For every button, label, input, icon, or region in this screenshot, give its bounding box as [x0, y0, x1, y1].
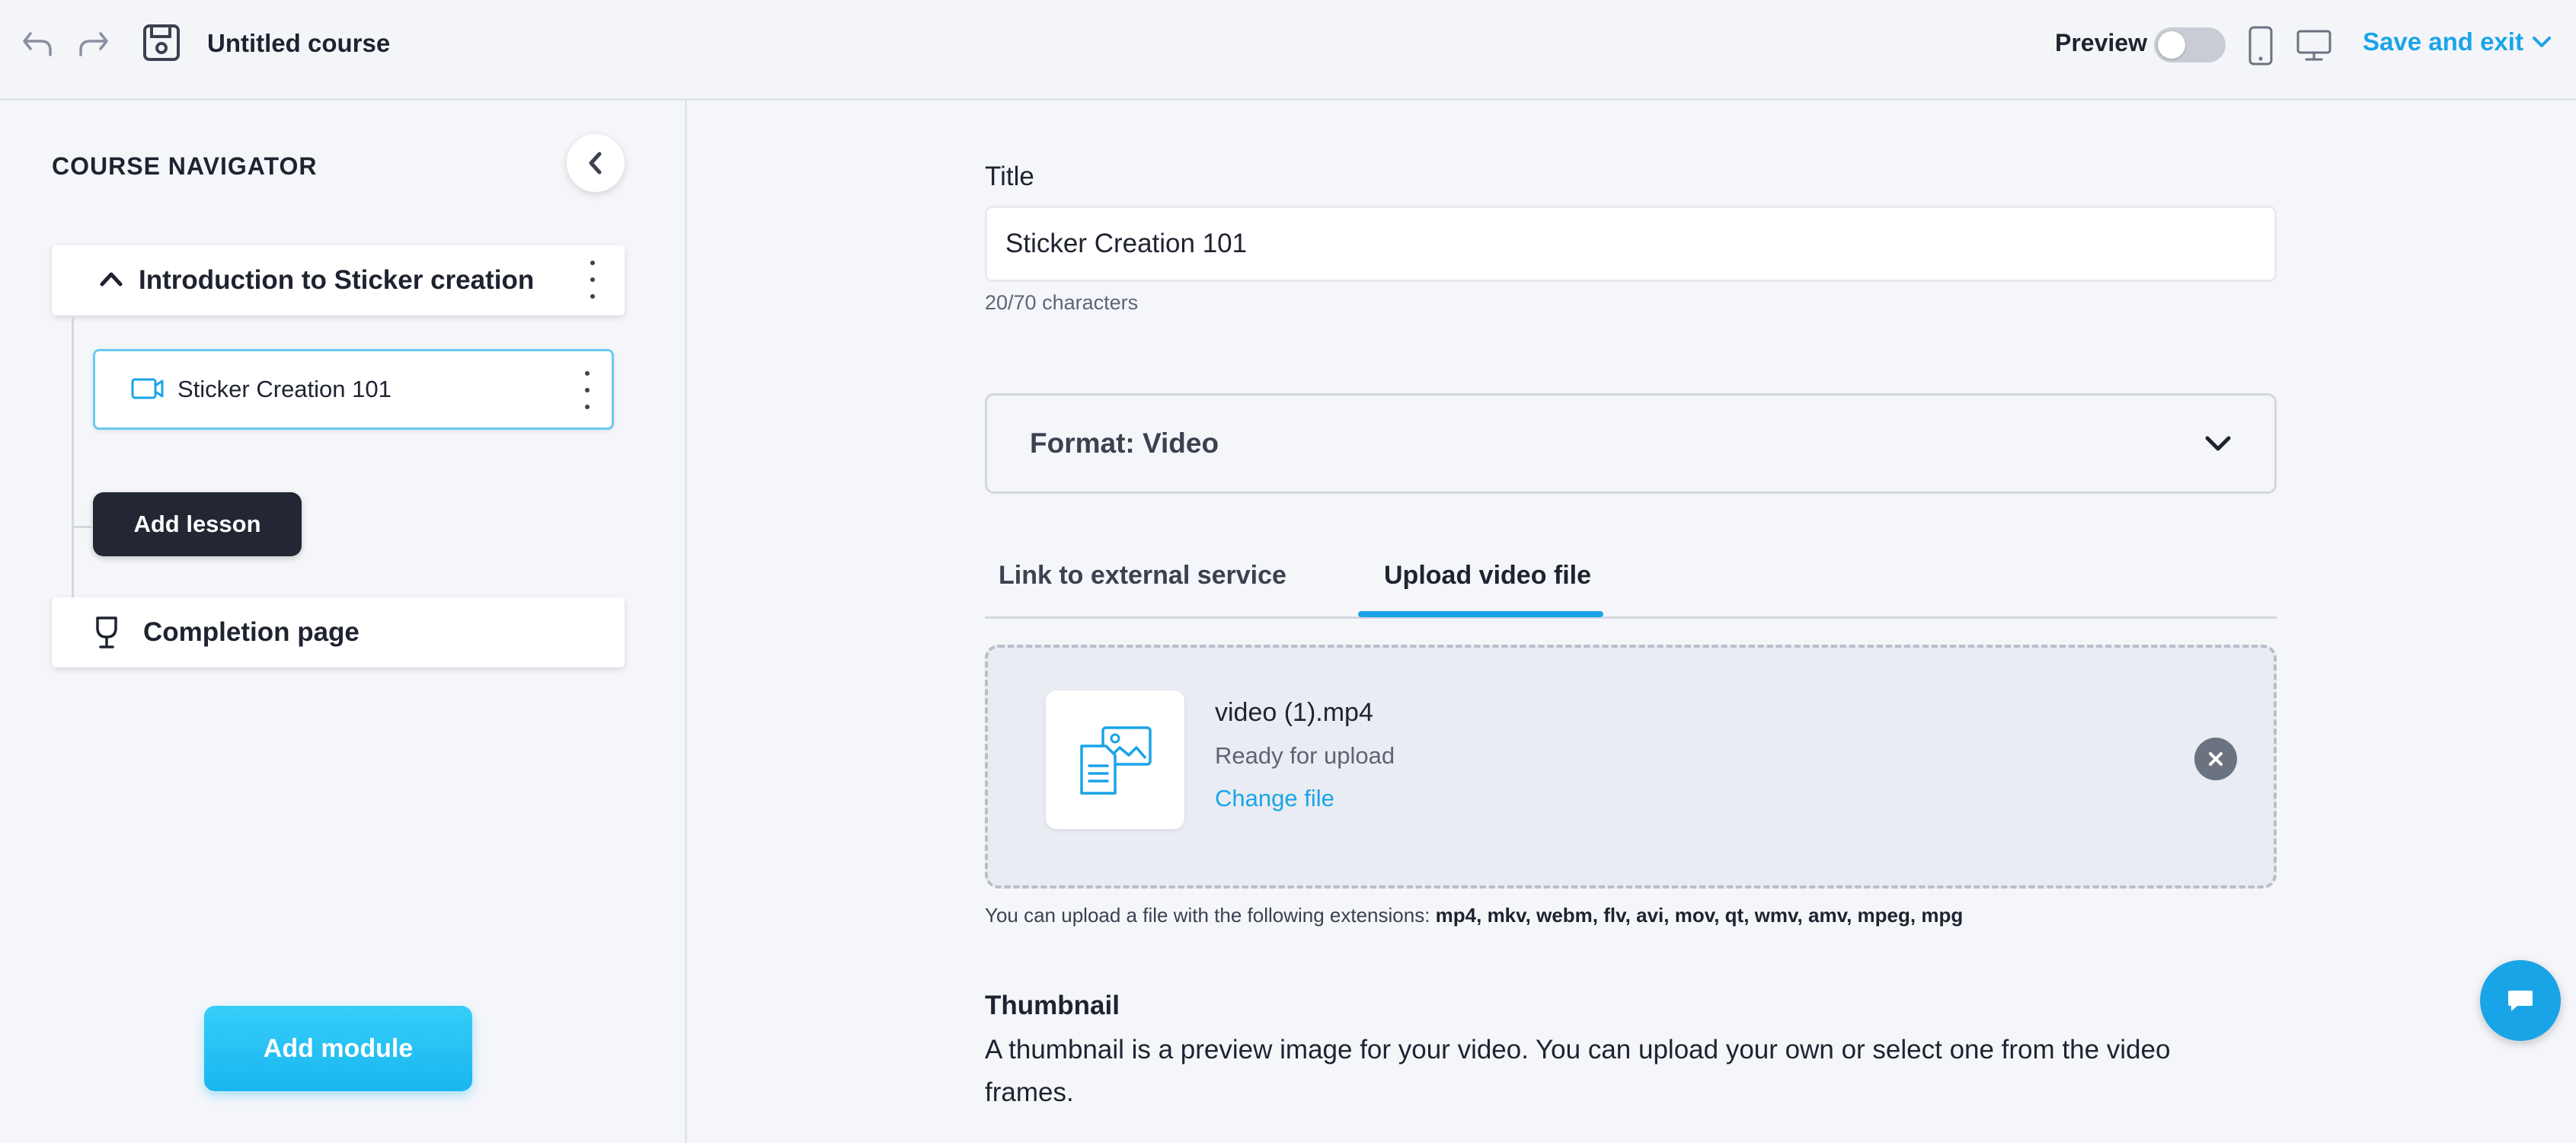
course-navigator-title: COURSE NAVIGATOR	[52, 152, 317, 181]
format-select[interactable]: Format: Video	[985, 393, 2277, 494]
remove-file-button[interactable]	[2194, 738, 2237, 780]
add-module-button[interactable]: Add module	[204, 1006, 472, 1091]
collapse-sidebar-button[interactable]	[567, 134, 625, 192]
add-lesson-button[interactable]: Add lesson	[93, 492, 302, 556]
file-thumbnail	[1046, 690, 1184, 829]
undo-icon[interactable]	[17, 23, 59, 66]
active-tab-indicator	[1358, 611, 1603, 617]
chevron-left-icon	[584, 150, 607, 176]
completion-page-label: Completion page	[143, 617, 360, 648]
course-title: Untitled course	[207, 29, 390, 58]
ext-note-prefix: You can upload a file with the following…	[985, 904, 1436, 927]
chevron-up-icon[interactable]	[97, 265, 125, 293]
video-camera-icon	[130, 376, 165, 402]
chat-icon	[2505, 986, 2536, 1015]
allowed-extensions-note: You can upload a file with the following…	[985, 904, 1963, 927]
format-label: Format: Video	[1030, 427, 1219, 459]
title-label: Title	[985, 162, 1034, 192]
chevron-down-icon	[2531, 34, 2552, 50]
change-file-link[interactable]: Change file	[1215, 785, 1334, 812]
desktop-icon[interactable]	[2294, 26, 2334, 66]
upload-dropzone[interactable]: video (1).mp4 Ready for upload Change fi…	[985, 645, 2277, 888]
file-status: Ready for upload	[1215, 742, 1395, 770]
chat-button[interactable]	[2480, 960, 2561, 1041]
tree-line	[72, 317, 74, 631]
title-input[interactable]	[985, 206, 2277, 282]
tree-line	[72, 526, 91, 528]
thumbnail-description: A thumbnail is a preview image for your …	[985, 1029, 2234, 1114]
tab-upload-video[interactable]: Upload video file	[1384, 561, 1591, 591]
save-icon[interactable]	[139, 20, 184, 66]
mobile-icon[interactable]	[2244, 23, 2277, 69]
lesson-more-icon[interactable]	[580, 371, 595, 409]
module-label: Introduction to Sticker creation	[139, 265, 534, 296]
tab-link-external[interactable]: Link to external service	[999, 561, 1286, 591]
lesson-editor: Title 20/70 characters Format: Video Lin…	[689, 101, 2576, 1143]
lesson-item[interactable]: Sticker Creation 101	[93, 349, 614, 430]
preview-label: Preview	[2055, 29, 2147, 57]
module-more-icon[interactable]	[585, 261, 600, 299]
redo-icon[interactable]	[72, 23, 114, 66]
file-image-icon	[1072, 720, 1158, 799]
thumbnail-title: Thumbnail	[985, 991, 1120, 1021]
save-and-exit-button[interactable]: Save and exit	[2363, 27, 2552, 56]
preview-toggle[interactable]	[2154, 27, 2226, 62]
toggle-knob	[2158, 31, 2185, 59]
course-navigator-sidebar: COURSE NAVIGATOR Introduction to Sticker…	[0, 101, 687, 1143]
ext-list: mp4, mkv, webm, flv, avi, mov, qt, wmv, …	[1436, 904, 1964, 927]
char-count: 20/70 characters	[985, 291, 1138, 315]
top-bar: Untitled course Preview Save and exit	[0, 0, 2576, 101]
completion-page-item[interactable]: Completion page	[52, 597, 625, 668]
lesson-label: Sticker Creation 101	[177, 376, 392, 403]
module-item[interactable]: Introduction to Sticker creation	[52, 245, 625, 315]
close-icon	[2206, 749, 2226, 769]
save-and-exit-label: Save and exit	[2363, 27, 2523, 56]
trophy-icon	[90, 614, 123, 651]
file-name: video (1).mp4	[1215, 698, 1373, 728]
chevron-down-icon	[2203, 432, 2233, 455]
video-source-tabs: Link to external service Upload video fi…	[985, 553, 2277, 619]
